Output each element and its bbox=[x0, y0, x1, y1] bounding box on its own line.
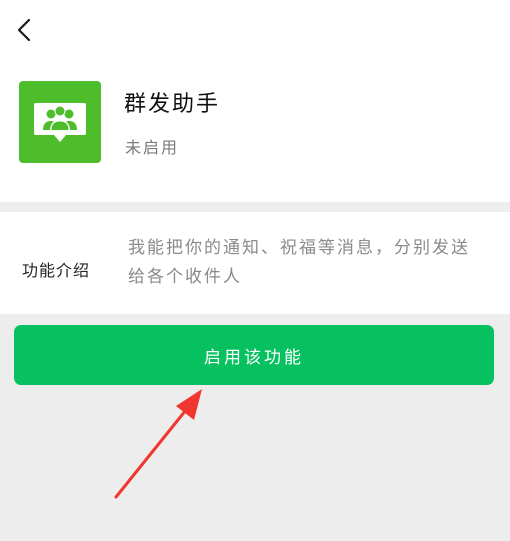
red-arrow-annotation bbox=[114, 389, 202, 499]
